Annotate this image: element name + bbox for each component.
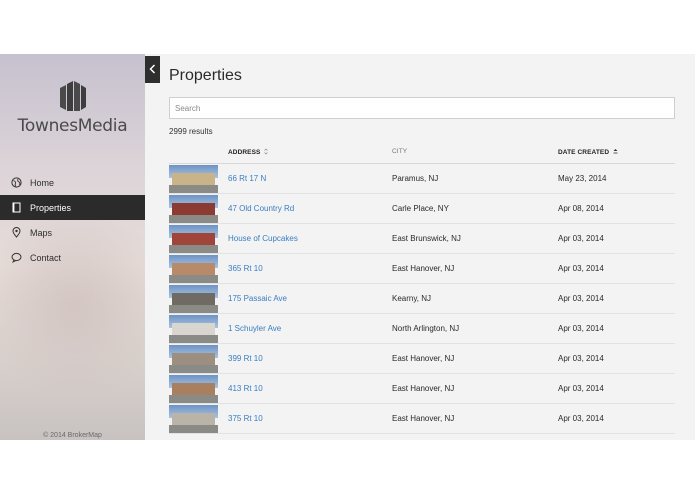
date-created-cell: May 23, 2014 [558, 174, 607, 183]
address-link[interactable]: 375 Rt 10 [228, 414, 263, 423]
logo-text: TownesMedia [17, 116, 128, 136]
thumbnail-building [171, 383, 216, 396]
date-created-cell: Apr 03, 2014 [558, 324, 604, 333]
sidebar-item-label: Properties [30, 202, 72, 213]
thumbnail-building [171, 353, 216, 366]
city-cell: East Hanover, NJ [392, 414, 455, 423]
chat-bubble-icon [11, 252, 22, 263]
city-cell: East Hanover, NJ [392, 384, 455, 393]
property-thumbnail[interactable] [169, 315, 218, 343]
address-link[interactable]: 47 Old Country Rd [228, 204, 294, 213]
table-row[interactable]: 365 Rt 10 East Hanover, NJ Apr 03, 2014 [169, 254, 675, 284]
property-thumbnail[interactable] [169, 345, 218, 373]
map-pin-icon [11, 227, 22, 238]
property-thumbnail[interactable] [169, 405, 218, 433]
date-created-cell: Apr 03, 2014 [558, 234, 604, 243]
sidebar-item-home[interactable]: Home [0, 170, 145, 195]
results-count: 2999 results [169, 127, 213, 136]
sidebar-item-properties[interactable]: Properties [0, 195, 145, 220]
address-link[interactable]: 1 Schuyler Ave [228, 324, 281, 333]
date-created-cell: Apr 03, 2014 [558, 384, 604, 393]
address-link[interactable]: 365 Rt 10 [228, 264, 263, 273]
main-content: Properties 2999 results ADDRESS CITY DAT… [169, 54, 675, 440]
column-header-date-created[interactable]: DATE CREATED [558, 148, 618, 157]
city-cell: Kearny, NJ [392, 294, 431, 303]
thumbnail-building [171, 203, 216, 216]
table-row[interactable]: 375 Rt 10 East Hanover, NJ Apr 03, 2014 [169, 404, 675, 434]
table-row[interactable]: 399 Rt 10 East Hanover, NJ Apr 03, 2014 [169, 344, 675, 374]
property-thumbnail[interactable] [169, 375, 218, 403]
city-cell: East Hanover, NJ [392, 264, 455, 273]
column-header-address[interactable]: ADDRESS [228, 148, 269, 157]
thumbnail-building [171, 323, 216, 336]
table-row[interactable]: House of Cupcakes East Brunswick, NJ Apr… [169, 224, 675, 254]
property-thumbnail[interactable] [169, 195, 218, 223]
sidebar-nav: Home Properties Maps Contact [0, 170, 145, 270]
sidebar-item-label: Maps [30, 227, 53, 238]
thumbnail-building [171, 293, 216, 306]
sort-both-icon [264, 148, 269, 157]
table-body: 66 Rt 17 N Paramus, NJ May 23, 2014 47 O… [169, 164, 675, 434]
sidebar-item-maps[interactable]: Maps [0, 220, 145, 245]
address-link[interactable]: House of Cupcakes [228, 234, 298, 243]
city-cell: Paramus, NJ [392, 174, 439, 183]
table-row[interactable]: 1 Schuyler Ave North Arlington, NJ Apr 0… [169, 314, 675, 344]
thumbnail-building [171, 413, 216, 426]
table-row[interactable]: 47 Old Country Rd Carle Place, NY Apr 08… [169, 194, 675, 224]
sidebar: TownesMedia Home Properties Maps Contact… [0, 54, 145, 440]
column-header-city[interactable]: CITY [392, 148, 407, 155]
app-window: TownesMedia Home Properties Maps Contact… [0, 54, 695, 440]
properties-table: ADDRESS CITY DATE CREATED 66 Rt 17 N Par… [169, 140, 675, 434]
property-thumbnail[interactable] [169, 165, 218, 193]
table-row[interactable]: 175 Passaic Ave Kearny, NJ Apr 03, 2014 [169, 284, 675, 314]
column-header-label: DATE CREATED [558, 149, 610, 157]
date-created-cell: Apr 03, 2014 [558, 354, 604, 363]
sidebar-item-label: Home [30, 177, 55, 188]
globe-icon [11, 177, 22, 188]
city-cell: East Brunswick, NJ [392, 234, 461, 243]
property-thumbnail[interactable] [169, 255, 218, 283]
sidebar-item-contact[interactable]: Contact [0, 245, 145, 270]
search-input[interactable] [169, 97, 675, 119]
thumbnail-building [171, 233, 216, 246]
logo-mark-icon [0, 80, 145, 112]
table-header: ADDRESS CITY DATE CREATED [169, 140, 675, 164]
copyright-footer: © 2014 BrokerMap [43, 432, 102, 439]
sidebar-item-label: Contact [30, 252, 62, 263]
city-cell: North Arlington, NJ [392, 324, 460, 333]
address-link[interactable]: 66 Rt 17 N [228, 174, 266, 183]
page-title: Properties [169, 67, 242, 84]
date-created-cell: Apr 03, 2014 [558, 414, 604, 423]
thumbnail-building [171, 173, 216, 186]
date-created-cell: Apr 08, 2014 [558, 204, 604, 213]
sort-ascending-icon [613, 148, 618, 157]
document-icon [11, 202, 22, 213]
sidebar-collapse-button[interactable] [145, 56, 160, 83]
date-created-cell: Apr 03, 2014 [558, 264, 604, 273]
column-header-label: CITY [392, 148, 408, 155]
table-row[interactable]: 66 Rt 17 N Paramus, NJ May 23, 2014 [169, 164, 675, 194]
city-cell: East Hanover, NJ [392, 354, 455, 363]
chevron-left-icon [149, 61, 156, 79]
property-thumbnail[interactable] [169, 285, 218, 313]
address-link[interactable]: 399 Rt 10 [228, 354, 263, 363]
logo[interactable]: TownesMedia [0, 80, 145, 136]
city-cell: Carle Place, NY [392, 204, 449, 213]
address-link[interactable]: 175 Passaic Ave [228, 294, 287, 303]
table-row[interactable]: 413 Rt 10 East Hanover, NJ Apr 03, 2014 [169, 374, 675, 404]
address-link[interactable]: 413 Rt 10 [228, 384, 263, 393]
property-thumbnail[interactable] [169, 225, 218, 253]
date-created-cell: Apr 03, 2014 [558, 294, 604, 303]
column-header-label: ADDRESS [228, 149, 261, 157]
thumbnail-building [171, 263, 216, 276]
